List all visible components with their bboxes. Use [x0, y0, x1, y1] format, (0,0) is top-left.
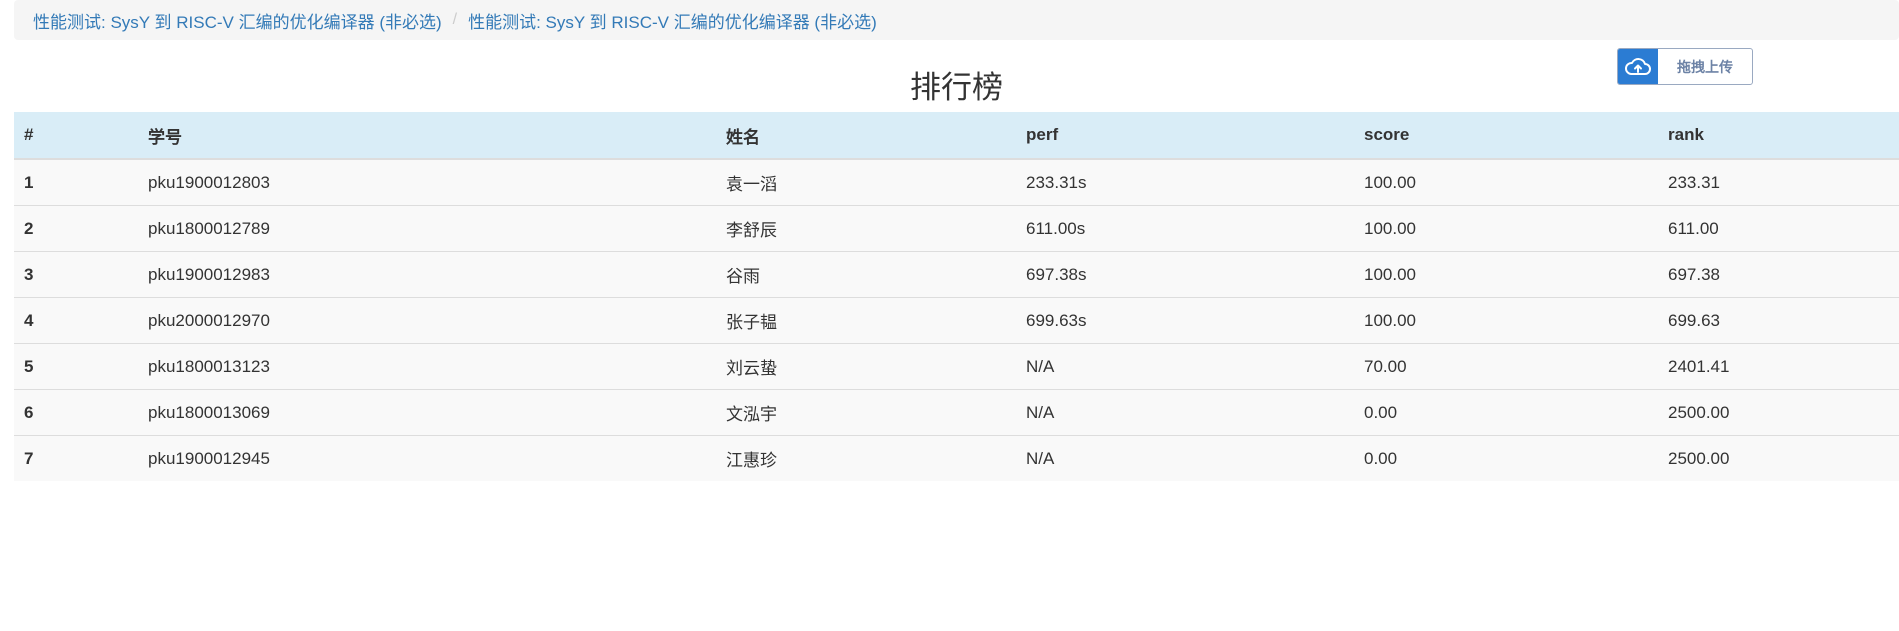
cell-perf: N/A [1016, 389, 1354, 436]
table-header-row: # 学号 姓名 perf score rank [14, 112, 1899, 160]
cell-student-id: pku1800012789 [138, 205, 716, 252]
header-name[interactable]: 姓名 [716, 112, 1016, 160]
cell-rank: 233.31 [1658, 158, 1899, 206]
table-row: 1 pku1900012803 袁一滔 233.31s 100.00 233.3… [14, 158, 1899, 206]
cell-index: 5 [14, 343, 138, 390]
cell-name: 袁一滔 [716, 158, 1016, 206]
cell-student-id: pku1800013069 [138, 389, 716, 436]
cell-perf: N/A [1016, 435, 1354, 481]
title-row: 排行榜 拖拽上传 [14, 40, 1899, 112]
cell-index: 7 [14, 435, 138, 481]
cell-name: 谷雨 [716, 251, 1016, 298]
cell-student-id: pku2000012970 [138, 297, 716, 344]
cell-perf: 697.38s [1016, 251, 1354, 298]
cell-name: 文泓宇 [716, 389, 1016, 436]
table-row: 7 pku1900012945 江惠珍 N/A 0.00 2500.00 [14, 435, 1899, 481]
cell-index: 3 [14, 251, 138, 298]
cell-score: 100.00 [1354, 205, 1658, 252]
table-row: 2 pku1800012789 李舒辰 611.00s 100.00 611.0… [14, 205, 1899, 252]
cell-rank: 2500.00 [1658, 389, 1899, 436]
cell-index: 6 [14, 389, 138, 436]
cell-perf: 233.31s [1016, 158, 1354, 206]
page-container: 性能测试: SysY 到 RISC-V 汇编的优化编译器 (非必选) / 性能测… [14, 0, 1899, 481]
header-rank[interactable]: rank [1658, 112, 1899, 160]
cell-index: 1 [14, 158, 138, 206]
cloud-upload-icon [1618, 49, 1658, 84]
cell-student-id: pku1800013123 [138, 343, 716, 390]
cell-name: 张子韫 [716, 297, 1016, 344]
upload-label: 拖拽上传 [1677, 58, 1733, 75]
cell-perf: N/A [1016, 343, 1354, 390]
cell-rank: 699.63 [1658, 297, 1899, 344]
cell-name: 刘云蛰 [716, 343, 1016, 390]
cell-score: 70.00 [1354, 343, 1658, 390]
header-perf[interactable]: perf [1016, 112, 1354, 160]
drag-upload-button[interactable]: 拖拽上传 [1617, 48, 1753, 85]
cell-rank: 611.00 [1658, 205, 1899, 252]
header-index[interactable]: # [14, 112, 138, 160]
cell-index: 4 [14, 297, 138, 344]
header-score[interactable]: score [1354, 112, 1658, 160]
cell-score: 100.00 [1354, 297, 1658, 344]
cell-score: 0.00 [1354, 389, 1658, 436]
cell-rank: 2500.00 [1658, 435, 1899, 481]
cell-rank: 2401.41 [1658, 343, 1899, 390]
cell-score: 0.00 [1354, 435, 1658, 481]
cell-rank: 697.38 [1658, 251, 1899, 298]
breadcrumb-separator: / [452, 11, 458, 28]
cell-score: 100.00 [1354, 158, 1658, 206]
breadcrumb-link-2[interactable]: 性能测试: SysY 到 RISC-V 汇编的优化编译器 (非必选) [468, 8, 877, 33]
cell-student-id: pku1900012945 [138, 435, 716, 481]
breadcrumb: 性能测试: SysY 到 RISC-V 汇编的优化编译器 (非必选) / 性能测… [14, 0, 1899, 40]
table-row: 3 pku1900012983 谷雨 697.38s 100.00 697.38 [14, 251, 1899, 298]
cell-student-id: pku1900012803 [138, 158, 716, 206]
cell-perf: 611.00s [1016, 205, 1354, 252]
ranking-table: # 学号 姓名 perf score rank 1 pku1900012803 … [14, 112, 1899, 481]
table-row: 5 pku1800013123 刘云蛰 N/A 70.00 2401.41 [14, 343, 1899, 390]
breadcrumb-link-1[interactable]: 性能测试: SysY 到 RISC-V 汇编的优化编译器 (非必选) [33, 8, 442, 33]
cell-name: 江惠珍 [716, 435, 1016, 481]
cell-student-id: pku1900012983 [138, 251, 716, 298]
cell-score: 100.00 [1354, 251, 1658, 298]
cell-index: 2 [14, 205, 138, 252]
table-row: 6 pku1800013069 文泓宇 N/A 0.00 2500.00 [14, 389, 1899, 436]
table-row: 4 pku2000012970 张子韫 699.63s 100.00 699.6… [14, 297, 1899, 344]
cell-name: 李舒辰 [716, 205, 1016, 252]
header-student-id[interactable]: 学号 [138, 112, 716, 160]
cell-perf: 699.63s [1016, 297, 1354, 344]
